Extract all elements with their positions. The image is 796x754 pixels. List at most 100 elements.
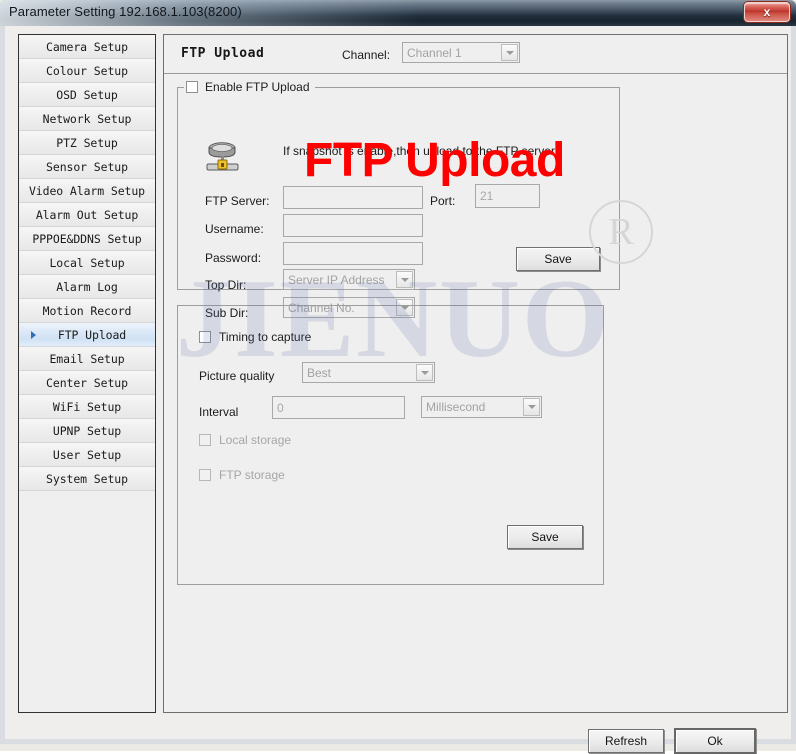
- sidebar-item-network-setup[interactable]: Network Setup: [19, 107, 155, 131]
- ftp-server-label: FTP Server:: [205, 194, 270, 208]
- parameter-setting-window: Parameter Setting 192.168.1.103(8200) x …: [0, 0, 796, 754]
- sidebar-item-camera-setup[interactable]: Camera Setup: [19, 35, 155, 59]
- timing-capture-group: Timing to capture Picture quality Best I…: [177, 305, 604, 585]
- timing-save-button[interactable]: Save: [507, 525, 583, 549]
- interval-label: Interval: [199, 405, 239, 419]
- password-label: Password:: [205, 251, 262, 265]
- chevron-down-icon[interactable]: [501, 44, 518, 61]
- top-dir-select[interactable]: Server IP Address: [283, 269, 415, 290]
- local-storage-checkbox[interactable]: [199, 434, 211, 446]
- timing-to-capture-row[interactable]: Timing to capture: [199, 330, 311, 344]
- enable-ftp-upload-legend[interactable]: Enable FTP Upload: [184, 79, 315, 95]
- sidebar-item-label: PPPOE&DDNS Setup: [32, 231, 142, 246]
- sidebar-item-sensor-setup[interactable]: Sensor Setup: [19, 155, 155, 179]
- sidebar-item-label: User Setup: [52, 447, 122, 462]
- chevron-down-icon[interactable]: [416, 364, 433, 381]
- interval-unit-value: Millisecond: [426, 400, 486, 414]
- ftp-storage-checkbox[interactable]: [199, 469, 211, 481]
- sidebar-item-label: OSD Setup: [56, 87, 118, 102]
- sidebar-item-label: Network Setup: [42, 111, 132, 126]
- window-title: Parameter Setting 192.168.1.103(8200): [9, 4, 242, 19]
- port-label: Port:: [430, 194, 456, 208]
- picture-quality-label: Picture quality: [199, 369, 275, 383]
- ftp-save-button[interactable]: Save: [516, 247, 600, 271]
- username-label: Username:: [205, 222, 264, 236]
- timing-to-capture-label: Timing to capture: [219, 330, 312, 344]
- sidebar-item-label: Local Setup: [49, 255, 125, 270]
- timing-save-label: Save: [531, 530, 559, 544]
- refresh-label: Refresh: [604, 734, 648, 748]
- local-storage-row[interactable]: Local storage: [199, 433, 291, 447]
- client-inner: Camera Setup Colour Setup OSD Setup Network…: [5, 26, 791, 754]
- ftp-server-icon: [206, 142, 239, 171]
- channel-select-value: Channel 1: [407, 45, 462, 60]
- local-storage-label: Local storage: [219, 433, 292, 447]
- chevron-down-icon[interactable]: [523, 398, 540, 416]
- chevron-down-icon[interactable]: [396, 271, 413, 288]
- sidebar-item-label: Motion Record: [42, 303, 132, 318]
- sidebar-item-alarm-log[interactable]: Alarm Log: [19, 275, 155, 299]
- window-client-area: Camera Setup Colour Setup OSD Setup Network…: [0, 26, 796, 754]
- interval-value: 0: [277, 400, 284, 415]
- sidebar-item-colour-setup[interactable]: Colour Setup: [19, 59, 155, 83]
- port-input[interactable]: 21: [475, 184, 540, 208]
- enable-ftp-upload-label: Enable FTP Upload: [205, 80, 310, 94]
- ftp-storage-label: FTP storage: [219, 468, 285, 482]
- sidebar-item-label: Alarm Out Setup: [35, 207, 139, 222]
- picture-quality-value: Best: [307, 365, 332, 380]
- sidebar-item-label: UPNP Setup: [52, 423, 122, 438]
- sidebar-item-label: Alarm Log: [56, 279, 118, 294]
- picture-quality-select[interactable]: Best: [302, 362, 435, 383]
- main-panel-header: FTP Upload Channel: Channel 1: [164, 35, 787, 74]
- channel-select[interactable]: Channel 1: [402, 42, 520, 63]
- username-input[interactable]: [283, 214, 423, 237]
- sidebar-item-label: Center Setup: [46, 375, 128, 390]
- password-input[interactable]: [283, 242, 423, 265]
- channel-label: Channel:: [342, 48, 391, 62]
- sidebar-item-osd-setup[interactable]: OSD Setup: [19, 83, 155, 107]
- sidebar-item-pppoe-ddns-setup[interactable]: PPPOE&DDNS Setup: [19, 227, 155, 251]
- refresh-button[interactable]: Refresh: [588, 729, 664, 753]
- top-dir-value: Server IP Address: [288, 272, 385, 287]
- sidebar-item-video-alarm-setup[interactable]: Video Alarm Setup: [19, 179, 155, 203]
- sidebar-item-motion-record[interactable]: Motion Record: [19, 299, 155, 323]
- timing-to-capture-checkbox[interactable]: [199, 331, 211, 343]
- window-title-bar[interactable]: Parameter Setting 192.168.1.103(8200) x: [0, 0, 796, 26]
- sidebar-nav: Camera Setup Colour Setup OSD Setup Network…: [18, 34, 156, 713]
- sidebar-item-label: Email Setup: [49, 351, 125, 366]
- ftp-info-text: If snapshot is enable,then upload to the…: [283, 144, 558, 158]
- ftp-save-label: Save: [544, 252, 572, 266]
- main-panel: JIENUO R FTP Upload Channel: Channel 1 E…: [163, 34, 788, 713]
- sidebar-item-label: Video Alarm Setup: [28, 183, 145, 198]
- page-title: FTP Upload: [181, 46, 265, 61]
- chevron-right-icon: [31, 330, 36, 339]
- ok-button[interactable]: Ok: [674, 728, 756, 754]
- interval-unit-select[interactable]: Millisecond: [421, 396, 542, 418]
- sidebar-item-wifi-setup[interactable]: WiFi Setup: [19, 395, 155, 419]
- sidebar-item-label: FTP Upload: [57, 327, 127, 342]
- sidebar-item-user-setup[interactable]: User Setup: [19, 443, 155, 467]
- sidebar-item-ftp-upload[interactable]: FTP Upload: [19, 323, 155, 347]
- close-glyph: x: [763, 5, 771, 19]
- sidebar-item-label: PTZ Setup: [56, 135, 118, 150]
- sidebar-item-local-setup[interactable]: Local Setup: [19, 251, 155, 275]
- sidebar-item-center-setup[interactable]: Center Setup: [19, 371, 155, 395]
- sidebar-item-system-setup[interactable]: System Setup: [19, 467, 155, 491]
- port-value: 21: [480, 189, 494, 203]
- sidebar-item-label: Colour Setup: [46, 63, 128, 78]
- sidebar-item-label: Sensor Setup: [46, 159, 128, 174]
- sidebar-item-label: System Setup: [46, 471, 128, 486]
- ftp-storage-row[interactable]: FTP storage: [199, 468, 285, 482]
- sidebar-item-label: WiFi Setup: [52, 399, 122, 414]
- ftp-server-input[interactable]: [283, 186, 423, 209]
- interval-input[interactable]: 0: [272, 396, 405, 419]
- sidebar-item-email-setup[interactable]: Email Setup: [19, 347, 155, 371]
- sidebar-item-label: Camera Setup: [46, 39, 128, 54]
- sidebar-item-alarm-out-setup[interactable]: Alarm Out Setup: [19, 203, 155, 227]
- enable-ftp-upload-checkbox[interactable]: [186, 81, 198, 93]
- top-dir-label: Top Dir:: [205, 278, 247, 292]
- sidebar-item-ptz-setup[interactable]: PTZ Setup: [19, 131, 155, 155]
- sidebar-item-upnp-setup[interactable]: UPNP Setup: [19, 419, 155, 443]
- close-icon[interactable]: x: [744, 2, 790, 22]
- ok-label: Ok: [707, 734, 723, 748]
